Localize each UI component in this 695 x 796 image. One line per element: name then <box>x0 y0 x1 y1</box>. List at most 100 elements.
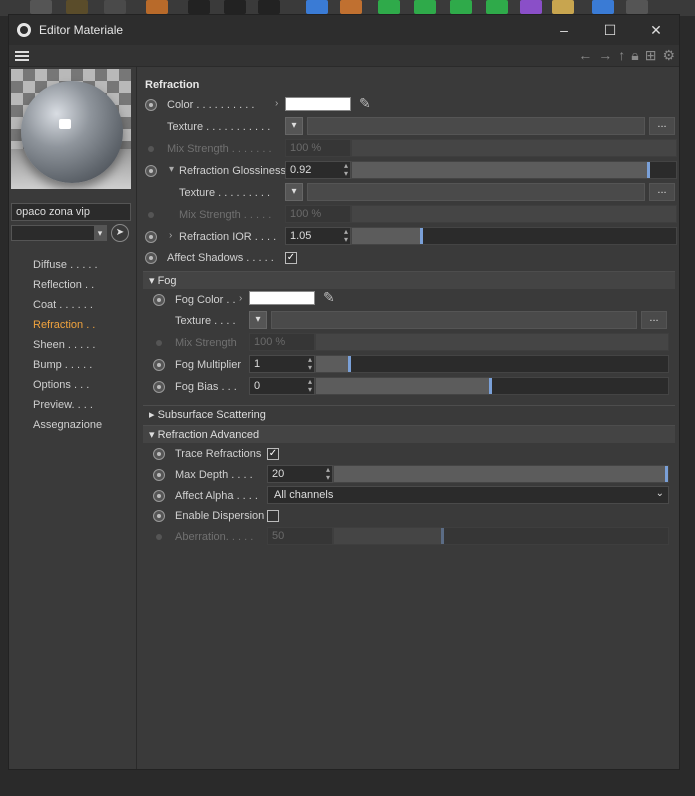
channel-bump[interactable]: Bump . . . . . <box>33 359 92 371</box>
gloss-mix-anim-toggle[interactable] <box>148 212 154 218</box>
fog-texture-dropdown[interactable]: ▾ <box>249 311 267 329</box>
depth-anim-toggle[interactable] <box>153 469 165 481</box>
channel-assegnazione[interactable]: Assegnazione <box>33 419 102 431</box>
bg-tool-icon <box>626 0 648 14</box>
fog-mix-slider[interactable] <box>315 333 669 351</box>
bg-tool-icon <box>30 0 52 14</box>
channel-sheen[interactable]: Sheen . . . . . <box>33 339 95 351</box>
bg-tool-icon <box>224 0 246 14</box>
affect-shadows-checkbox[interactable]: ✓ <box>285 252 297 264</box>
refraction-advanced-header[interactable]: ▾ Refraction Advanced <box>143 425 675 443</box>
channel-options[interactable]: Options . . . <box>33 379 89 391</box>
gloss-anim-toggle[interactable] <box>145 165 157 177</box>
color-swatch[interactable] <box>285 97 351 111</box>
eyedropper-icon[interactable]: ✎ <box>359 95 377 113</box>
refraction-ior-slider[interactable] <box>351 227 677 245</box>
max-depth-field[interactable]: 20 ▴ ▾ <box>267 465 333 483</box>
expand-right-icon[interactable]: › <box>169 230 172 241</box>
fog-bias-field[interactable]: 0 ▴ ▾ <box>249 377 315 395</box>
color-anim-toggle[interactable] <box>145 99 157 111</box>
channel-diffuse[interactable]: Diffuse . . . . . <box>33 259 98 271</box>
close-button[interactable]: ✕ <box>633 22 679 39</box>
mix-strength-field[interactable]: 100 % <box>285 139 351 157</box>
fog-color-swatch[interactable] <box>249 291 315 305</box>
max-depth-label: Max Depth . . . . <box>175 469 253 481</box>
channel-panel: opaco zona vip ▾ ➤ Diffuse . . . . . Ref… <box>9 67 137 769</box>
fog-bias-label: Fog Bias . . . <box>175 381 237 393</box>
settings-icon[interactable]: ⚙ <box>662 47 675 64</box>
fog-color-anim-toggle[interactable] <box>153 294 165 306</box>
gloss-mix-field[interactable]: 100 % <box>285 205 351 223</box>
mix-strength-slider[interactable] <box>351 139 677 157</box>
fog-bias-anim-toggle[interactable] <box>153 381 165 393</box>
expand-down-icon[interactable]: ▾ <box>169 164 174 175</box>
refraction-glossiness-slider[interactable] <box>351 161 677 179</box>
aberration-field[interactable]: 50 <box>267 527 333 545</box>
alpha-anim-toggle[interactable] <box>153 490 165 502</box>
spinner-icon[interactable]: ▴ ▾ <box>326 466 330 482</box>
fog-texture-slot[interactable] <box>271 311 637 329</box>
material-name-field[interactable]: opaco zona vip <box>11 203 131 221</box>
spinner-icon[interactable]: ▴ ▾ <box>308 378 312 394</box>
affect-shadows-label: Affect Shadows . . . . . <box>167 252 274 264</box>
chevron-right-icon[interactable]: › <box>239 293 242 304</box>
fog-multiplier-field[interactable]: 1 ▴ ▾ <box>249 355 315 373</box>
lock-icon[interactable]: 🔒︎ <box>631 47 638 64</box>
fog-mult-anim-toggle[interactable] <box>153 359 165 371</box>
bg-tool-icon <box>66 0 88 14</box>
eyedropper-icon[interactable]: ✎ <box>323 289 341 307</box>
material-preview[interactable] <box>11 69 131 189</box>
gloss-texture-slot[interactable] <box>307 183 645 201</box>
arrow-left-icon[interactable]: ← <box>578 47 592 64</box>
refraction-ior-field[interactable]: 1.05 ▴ ▾ <box>285 227 351 245</box>
affect-alpha-select[interactable]: All channels ⌄ <box>267 486 669 504</box>
texture-browse-button[interactable]: ... <box>649 117 675 135</box>
max-depth-slider[interactable] <box>333 465 669 483</box>
channel-preview[interactable]: Preview. . . . <box>33 399 93 411</box>
hamburger-menu-icon[interactable] <box>15 50 29 61</box>
fog-multiplier-slider[interactable] <box>315 355 669 373</box>
fog-texture-browse-button[interactable]: ... <box>641 311 667 329</box>
ior-anim-toggle[interactable] <box>145 231 157 243</box>
fog-group-header[interactable]: ▾ Fog <box>143 271 675 289</box>
alpha-value: All channels <box>274 489 334 501</box>
aber-anim-toggle[interactable] <box>156 534 162 540</box>
mix-anim-toggle[interactable] <box>148 146 154 152</box>
chevron-right-icon[interactable]: › <box>275 98 278 109</box>
shadows-anim-toggle[interactable] <box>145 252 157 264</box>
arrow-right-icon[interactable]: → <box>598 47 612 64</box>
channel-reflection[interactable]: Reflection . . <box>33 279 94 291</box>
fog-mix-anim-toggle[interactable] <box>156 340 162 346</box>
enable-dispersion-checkbox[interactable] <box>267 510 279 522</box>
spinner-icon[interactable]: ▴ ▾ <box>308 356 312 372</box>
sss-group-header[interactable]: ▸ Subsurface Scattering <box>143 405 675 423</box>
gloss-texture-dropdown[interactable]: ▾ <box>285 183 303 201</box>
refraction-glossiness-field[interactable]: 0.92 ▴ ▾ <box>285 161 351 179</box>
preview-mode-dropdown[interactable]: ▾ <box>11 225 107 241</box>
disp-anim-toggle[interactable] <box>153 510 165 522</box>
spinner-icon[interactable]: ▴ ▾ <box>344 162 348 178</box>
channel-refraction[interactable]: Refraction . . <box>33 319 95 331</box>
texture-dropdown[interactable]: ▾ <box>285 117 303 135</box>
gloss-texture-browse-button[interactable]: ... <box>649 183 675 201</box>
trace-anim-toggle[interactable] <box>153 448 165 460</box>
bg-tool-icon <box>258 0 280 14</box>
fog-bias-slider[interactable] <box>315 377 669 395</box>
texture-slot[interactable] <box>307 117 645 135</box>
pick-material-button[interactable]: ➤ <box>111 224 129 242</box>
bg-tool-icon <box>486 0 508 14</box>
gloss-mix-slider[interactable] <box>351 205 677 223</box>
spinner-icon[interactable]: ▴ ▾ <box>344 228 348 244</box>
mix-strength-label: Mix Strength . . . . . . . <box>167 143 272 155</box>
fog-multiplier-label: Fog Multiplier <box>175 359 242 371</box>
new-window-icon[interactable]: ⊞ <box>645 47 657 64</box>
trace-refractions-checkbox[interactable]: ✓ <box>267 448 279 460</box>
aberration-slider[interactable] <box>333 527 669 545</box>
channel-coat[interactable]: Coat . . . . . . <box>33 299 93 311</box>
fog-mix-field[interactable]: 100 % <box>249 333 315 351</box>
arrow-up-icon[interactable]: ↑ <box>618 47 625 64</box>
minimize-button[interactable]: – <box>541 22 587 39</box>
maximize-button[interactable]: ☐ <box>587 22 633 39</box>
bg-tool-icon <box>146 0 168 14</box>
fog-mult-value: 1 <box>254 358 261 370</box>
